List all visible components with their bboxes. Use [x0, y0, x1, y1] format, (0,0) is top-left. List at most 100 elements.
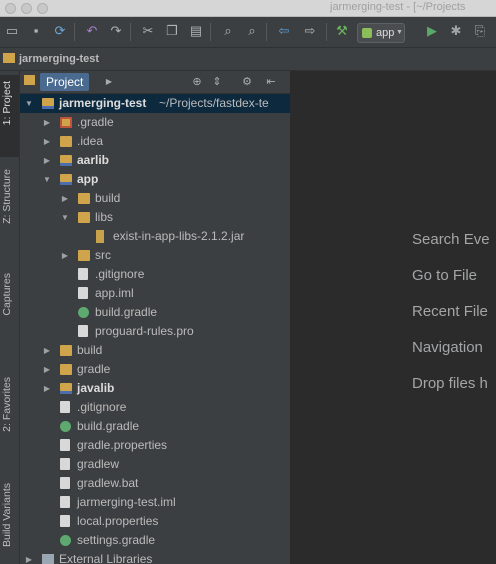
tree-item-label: jarmerging-test.iml — [77, 495, 176, 509]
copy-icon[interactable]: ❐ — [164, 23, 180, 39]
run-configuration-label: app — [376, 27, 395, 39]
tree-item-label: aarlib — [77, 153, 110, 167]
tree-row[interactable]: ▶ build — [20, 189, 290, 208]
editor-area: Search Eve Go to File Recent File Naviga… — [291, 71, 496, 564]
tab-captures[interactable]: Captures — [0, 271, 19, 341]
chevron-right-icon[interactable]: ▶ — [102, 74, 116, 90]
expand-arrow-open-icon[interactable]: ▼ — [60, 208, 70, 227]
tree-row[interactable]: settings.gradle — [20, 531, 290, 550]
tree-row[interactable]: gradlew — [20, 455, 290, 474]
tree-row[interactable]: ▶ build — [20, 341, 290, 360]
sync-icon[interactable]: ⟳ — [52, 23, 68, 39]
expand-arrow-closed-icon[interactable]: ▶ — [42, 379, 52, 398]
expand-arrow-closed-icon[interactable]: ▶ — [42, 151, 52, 170]
back-icon[interactable]: ⇦ — [276, 23, 292, 39]
close-window-icon[interactable] — [5, 3, 16, 14]
folder-icon — [78, 193, 90, 204]
tree-row[interactable]: gradlew.bat — [20, 474, 290, 493]
paste-icon[interactable]: ▤ — [188, 23, 204, 39]
find-icon[interactable]: ⌕ — [220, 23, 236, 39]
tree-row[interactable]: build.gradle — [20, 303, 290, 322]
tree-row[interactable]: ▼ jarmerging-test ~/Projects/fastdex-te — [20, 94, 290, 113]
tree-row[interactable]: exist-in-app-libs-2.1.2.jar — [20, 227, 290, 246]
module-folder-icon — [60, 155, 72, 166]
redo-icon[interactable]: ↷ — [108, 23, 124, 39]
tab-structure-label: Z: Structure — [1, 169, 13, 224]
tree-item-label: build.gradle — [77, 419, 140, 433]
tree-row[interactable]: .gitignore — [20, 265, 290, 284]
tree-row[interactable]: proguard-rules.pro — [20, 322, 290, 341]
tree-row[interactable]: ▶ External Libraries — [20, 550, 290, 564]
undo-icon[interactable]: ↶ — [84, 23, 100, 39]
expand-arrow-closed-icon[interactable]: ▶ — [42, 132, 52, 151]
project-folder-icon — [3, 53, 15, 63]
window-titlebar: jarmerging-test - [~/Projects — [0, 0, 496, 17]
save-icon[interactable]: ▪ — [28, 23, 44, 39]
zoom-window-icon[interactable] — [37, 3, 48, 14]
tree-row[interactable]: ▼ libs — [20, 208, 290, 227]
tree-row[interactable]: jarmerging-test.iml — [20, 493, 290, 512]
tree-row[interactable]: .gitignore — [20, 398, 290, 417]
folder-icon — [60, 364, 72, 375]
gradle-icon — [60, 535, 71, 546]
navigation-bar: jarmerging-test — [0, 48, 496, 71]
tree-item-label: .gitignore — [95, 267, 145, 281]
attach-debugger-icon[interactable]: ⎘ — [472, 23, 488, 39]
tree-row[interactable]: ▶ src — [20, 246, 290, 265]
tree-item-label: .idea — [77, 134, 104, 148]
project-view-selector[interactable]: Project — [40, 73, 90, 91]
expand-arrow-closed-icon[interactable]: ▶ — [42, 113, 52, 132]
folder-open-icon[interactable]: ▭ — [4, 23, 20, 39]
tree-row[interactable]: gradle.properties — [20, 436, 290, 455]
tab-project[interactable]: 1: Project — [0, 75, 19, 157]
tree-row[interactable]: ▶ .gradle — [20, 113, 290, 132]
tab-build-variants[interactable]: Build Variants — [0, 481, 19, 563]
tree-row[interactable]: app.iml — [20, 284, 290, 303]
breadcrumb-project: jarmerging-test — [19, 53, 100, 65]
tree-row[interactable]: ▶ gradle — [20, 360, 290, 379]
folder-icon — [78, 212, 90, 223]
cut-icon[interactable]: ✂ — [140, 23, 156, 39]
tree-item-label: .gradle — [77, 115, 114, 129]
forward-icon[interactable]: ⇨ — [302, 23, 318, 39]
gear-icon[interactable]: ⚙ — [240, 74, 254, 90]
tab-favorites[interactable]: 2: Favorites — [0, 375, 19, 461]
tree-row[interactable]: ▼ app — [20, 170, 290, 189]
tree-item-label: gradlew — [77, 457, 120, 471]
tree-row[interactable]: build.gradle — [20, 417, 290, 436]
scroll-from-source-icon[interactable]: ⊕ — [190, 74, 204, 90]
tree-row[interactable]: ▶ .idea — [20, 132, 290, 151]
run-icon[interactable]: ▶ — [424, 23, 440, 39]
expand-arrow-closed-icon[interactable]: ▶ — [42, 341, 52, 360]
collapse-all-icon[interactable]: ⇕ — [210, 74, 224, 90]
tree-item-label: build — [77, 343, 103, 357]
toolbar-separator — [74, 23, 75, 41]
hint-go-to-file: Go to File — [412, 267, 478, 284]
tab-structure[interactable]: Z: Structure — [0, 167, 19, 247]
tab-project-label: 1: Project — [1, 81, 13, 126]
hint-recent-files: Recent File — [412, 303, 488, 320]
tree-row[interactable]: local.properties — [20, 512, 290, 531]
left-tool-tabs: 1: Project Z: Structure Captures 2: Favo… — [0, 71, 20, 564]
expand-arrow-closed-icon[interactable]: ▶ — [60, 246, 70, 265]
tree-row[interactable]: ▶ aarlib — [20, 151, 290, 170]
expand-arrow-closed-icon[interactable]: ▶ — [42, 360, 52, 379]
build-icon[interactable]: ⚒ — [334, 23, 350, 39]
run-configuration-select[interactable]: app ▼ — [357, 23, 405, 43]
tree-item-label: gradle — [77, 362, 111, 376]
expand-arrow-closed-icon[interactable]: ▶ — [60, 189, 70, 208]
folder-icon — [60, 136, 72, 147]
gradle-icon — [60, 421, 71, 432]
expand-arrow-open-icon[interactable]: ▼ — [24, 94, 34, 113]
minimize-window-icon[interactable] — [21, 3, 32, 14]
breadcrumb[interactable]: jarmerging-test — [3, 51, 99, 67]
replace-icon[interactable]: ⌕ — [244, 23, 260, 39]
tree-row[interactable]: ▶ javalib — [20, 379, 290, 398]
hide-panel-icon[interactable]: ⇤ — [264, 74, 278, 90]
gitignore-file-icon — [60, 401, 70, 413]
tree-item-label: gradlew.bat — [77, 476, 139, 490]
expand-arrow-closed-icon[interactable]: ▶ — [24, 550, 34, 564]
expand-arrow-open-icon[interactable]: ▼ — [42, 170, 52, 189]
tree-item-label: exist-in-app-libs-2.1.2.jar — [113, 229, 245, 243]
debug-icon[interactable]: ✱ — [448, 23, 464, 39]
